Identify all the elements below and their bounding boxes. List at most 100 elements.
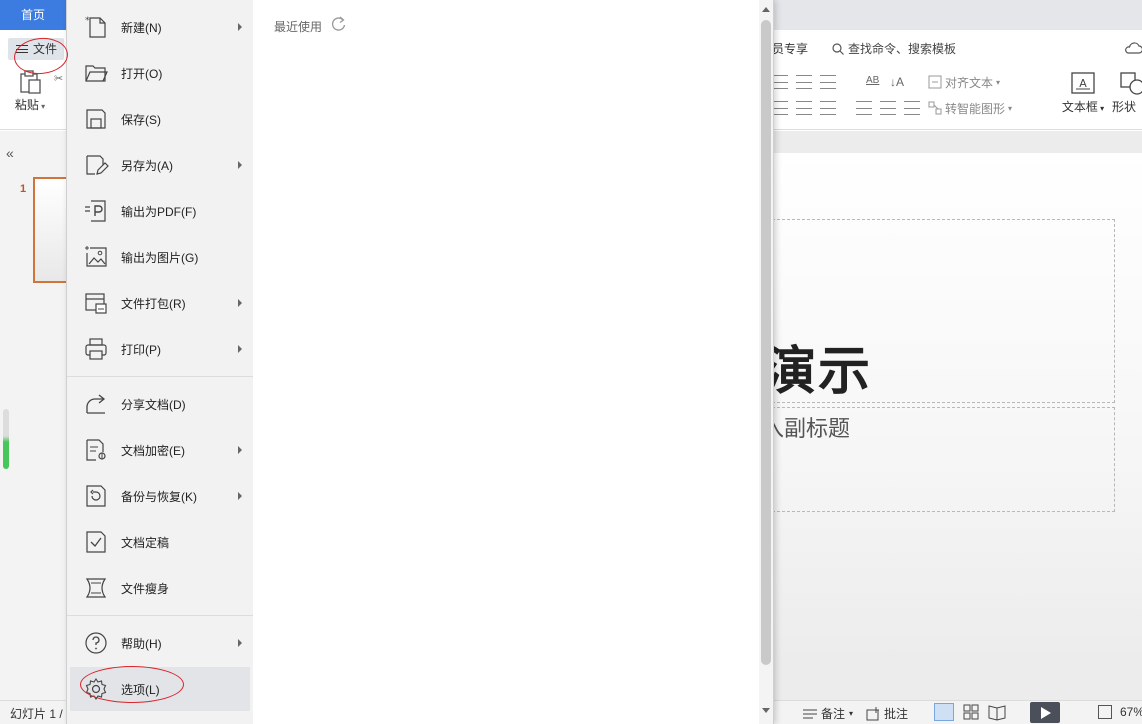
align-text-button[interactable]: 对齐文本 ▾	[928, 74, 1000, 91]
menu-item-save[interactable]: 保存(S)	[70, 99, 250, 139]
reading-view-icon[interactable]	[988, 704, 1006, 721]
slide-canvas: 演示 入副标题	[762, 153, 1142, 663]
menu-label-slim: 文件瘦身	[121, 582, 170, 596]
submenu-arrow-icon	[238, 639, 242, 647]
justify-icon[interactable]	[796, 101, 812, 115]
submenu-arrow-icon	[238, 299, 242, 307]
slides-panel: « 1	[0, 131, 73, 701]
command-search[interactable]: 查找命令、搜索模板	[832, 40, 956, 57]
panel-scroll-indicator[interactable]	[3, 409, 9, 469]
scroll-up-icon[interactable]	[762, 7, 770, 12]
align-right-icon[interactable]	[772, 101, 788, 115]
search-icon	[832, 42, 844, 55]
menu-item-package[interactable]: 文件打包(R)	[70, 283, 250, 323]
scrollbar-thumb[interactable]	[761, 20, 771, 665]
encrypt-icon	[86, 439, 106, 461]
char-spacing-icon[interactable]: AB	[866, 75, 882, 89]
menu-item-options[interactable]: 选项(L)	[70, 667, 250, 711]
submenu-arrow-icon	[238, 345, 242, 353]
tab-member[interactable]: 员专享	[772, 40, 808, 57]
file-menu-label: 文件	[33, 42, 58, 56]
gear-icon	[85, 678, 107, 700]
menu-item-slim[interactable]: 文件瘦身	[70, 568, 250, 608]
menu-label-print: 打印(P)	[121, 343, 161, 357]
shape-button[interactable]: 形状	[1112, 70, 1142, 120]
smartart-icon	[928, 101, 942, 115]
textbox-button[interactable]: A 文本框 ▾	[1058, 70, 1108, 120]
clipboard-icon	[20, 70, 41, 94]
slim-icon	[85, 578, 107, 598]
submenu-arrow-icon	[238, 23, 242, 31]
text-direction-icon[interactable]: ↓A	[890, 75, 906, 89]
submenu-arrow-icon	[238, 492, 242, 500]
folder-open-icon	[85, 65, 108, 82]
normal-view-button[interactable]	[934, 703, 954, 721]
finalize-icon	[86, 531, 106, 553]
panel-scrollbar[interactable]	[759, 0, 773, 724]
slide-canvas-area: 演示 入副标题	[762, 131, 1142, 701]
menu-item-print[interactable]: 打印(P)	[70, 329, 250, 369]
refresh-icon[interactable]	[330, 16, 346, 32]
file-menu-list: * 新建(N) 打开(O) 保存(S) 另存为(A) 输出为PDF(F) 输出为…	[67, 0, 253, 724]
notes-label: 备注	[821, 707, 846, 721]
zoom-level[interactable]: 67%	[1120, 705, 1142, 719]
cut-icon[interactable]: ✂	[54, 72, 66, 112]
para-spacing-icon[interactable]	[880, 101, 896, 115]
menu-label-backup: 备份与恢复(K)	[121, 490, 197, 504]
file-menu-button[interactable]: 文件	[8, 38, 64, 60]
shape-label: 形状	[1112, 100, 1137, 114]
help-icon	[85, 632, 107, 654]
textbox-label: 文本框 ▾	[1061, 100, 1105, 114]
search-placeholder: 查找命令、搜索模板	[848, 42, 957, 56]
menu-item-encrypt[interactable]: 文档加密(E)	[70, 430, 250, 470]
save-icon	[86, 109, 106, 129]
slide-sorter-icon[interactable]	[963, 704, 979, 720]
menu-item-open[interactable]: 打开(O)	[70, 53, 250, 93]
comment-icon	[866, 706, 879, 720]
menu-label-save-as: 另存为(A)	[121, 159, 173, 173]
comments-button[interactable]: 批注	[866, 705, 908, 722]
indent-icon[interactable]	[820, 75, 836, 89]
menu-label-finalize: 文档定稿	[121, 536, 170, 550]
menu-label-export-pdf: 输出为PDF(F)	[121, 205, 197, 219]
smartart-button[interactable]: 转智能图形 ▾	[928, 100, 1012, 117]
collapse-panel-icon[interactable]: «	[6, 145, 14, 161]
menu-item-export-pdf[interactable]: 输出为PDF(F)	[70, 191, 250, 231]
recent-files-area: 最近使用	[253, 0, 759, 724]
menu-label-open: 打开(O)	[121, 67, 163, 81]
menu-item-finalize[interactable]: 文档定稿	[70, 522, 250, 562]
menu-item-share[interactable]: 分享文档(D)	[70, 384, 250, 424]
distribute-icon[interactable]	[820, 101, 836, 115]
shape-icon	[1120, 72, 1142, 95]
menu-divider	[67, 376, 253, 377]
menu-label-options: 选项(L)	[121, 683, 160, 697]
package-icon	[85, 293, 107, 314]
menu-item-help[interactable]: 帮助(H)	[70, 623, 250, 663]
notes-icon	[803, 709, 817, 718]
textbox-icon: A	[1071, 72, 1095, 94]
slide-subtitle: 入副标题	[762, 416, 851, 441]
menu-item-export-image[interactable]: 输出为图片(G)	[70, 237, 250, 277]
hamburger-icon	[16, 45, 28, 53]
play-slideshow-button[interactable]	[1030, 702, 1060, 723]
slide-title: 演示	[764, 343, 873, 401]
tab-home[interactable]: 首页	[0, 0, 66, 30]
align-text-icon	[928, 75, 942, 89]
notes-button[interactable]: 备注 ▾	[803, 705, 853, 722]
line-spacing-icon[interactable]	[856, 101, 872, 115]
menu-item-new[interactable]: * 新建(N)	[70, 7, 250, 47]
menu-label-share: 分享文档(D)	[121, 398, 186, 412]
submenu-arrow-icon	[238, 161, 242, 169]
align-text-label: 对齐文本	[945, 75, 994, 90]
menu-item-save-as[interactable]: 另存为(A)	[70, 145, 250, 185]
cloud-icon[interactable]	[1124, 40, 1142, 56]
list-icon[interactable]	[772, 75, 788, 89]
backup-icon	[86, 485, 106, 507]
comments-label: 批注	[884, 707, 909, 721]
menu-item-backup[interactable]: 备份与恢复(K)	[70, 476, 250, 516]
outdent-icon[interactable]	[796, 75, 812, 89]
paste-button[interactable]: 粘贴 ▾	[8, 68, 52, 118]
fit-window-icon[interactable]	[1098, 705, 1112, 719]
scroll-down-icon[interactable]	[762, 708, 770, 713]
spacing-menu-icon[interactable]	[904, 101, 920, 115]
